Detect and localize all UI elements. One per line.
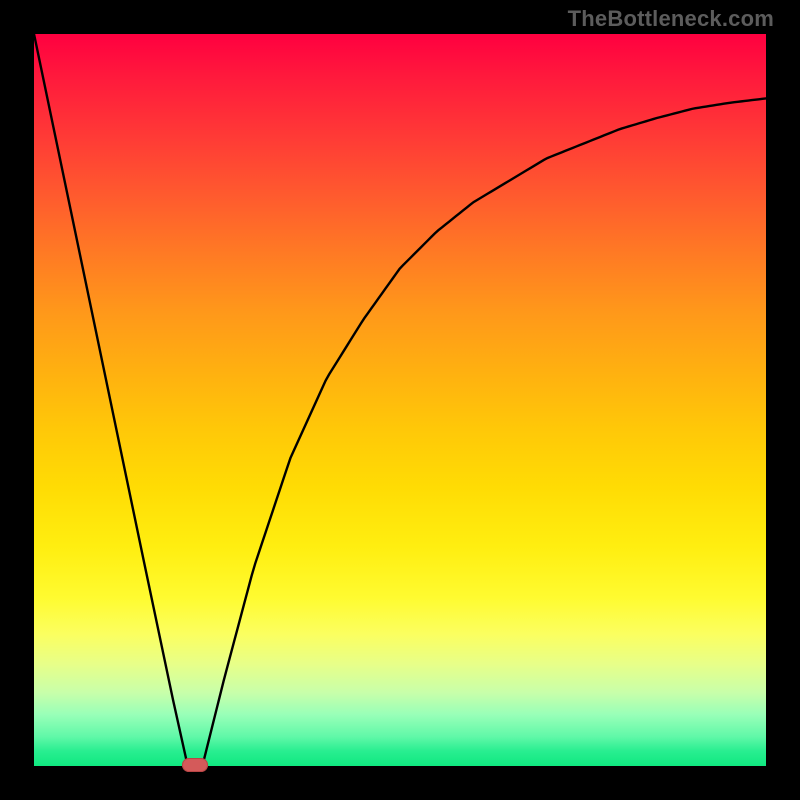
- plot-area: [34, 34, 766, 766]
- chart-frame: TheBottleneck.com: [0, 0, 800, 800]
- optimal-marker: [182, 758, 208, 772]
- bottleneck-curve: [34, 34, 766, 766]
- watermark-text: TheBottleneck.com: [568, 6, 774, 32]
